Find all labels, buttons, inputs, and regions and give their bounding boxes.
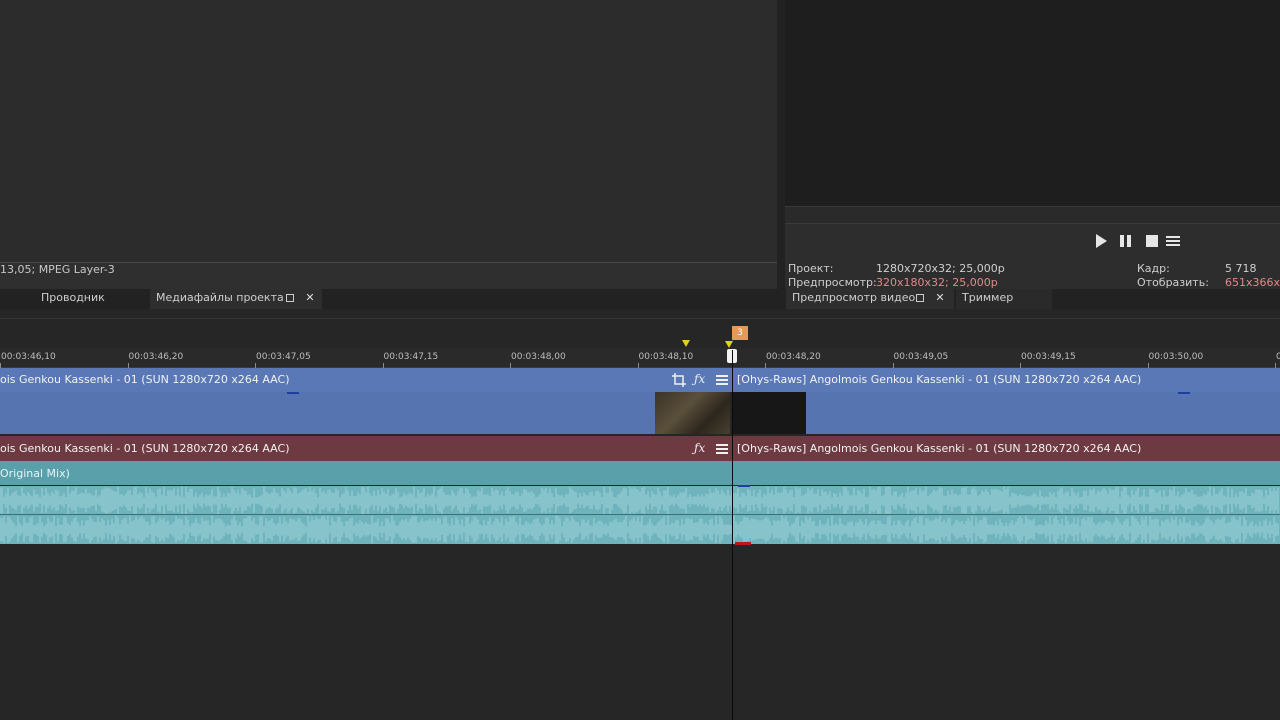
video-clip-right[interactable] [806,392,1280,434]
project-label: Проект: [788,262,834,275]
stop-icon[interactable] [1144,233,1160,249]
frame-label: Кадр: [1137,262,1170,275]
media-preview-area [0,0,777,262]
ruler-label: 00:03:47,15 [383,352,439,362]
audio-waveform-left-channel[interactable] [0,486,1280,515]
tab-project-media-label: Медиафайлы проекта [156,291,284,304]
video-thumbnail-black [732,392,806,434]
audio-clip-right-title: [Ohys-Raws] Angolmois Genkou Kassenki - … [737,442,1142,455]
tab-project-media[interactable]: Медиафайлы проекта [150,289,322,309]
frame-value: 5 718 [1225,262,1257,275]
audio-take-title: Original Mix) [0,467,70,480]
project-value: 1280x720x32; 25,000p [876,262,1005,275]
marker-number: 3 [737,328,743,338]
pause-icon[interactable] [1118,233,1134,249]
audio-clip-left-title: ois Genkou Kassenki - 01 (SUN 1280x720 x… [0,442,290,455]
preview-separator [785,206,1280,224]
media-status-bar: 13,05; MPEG Layer-3 [0,262,777,289]
tab-trimmer-label: Триммер [962,291,1014,304]
video-clip-left-title: ois Genkou Kassenki - 01 (SUN 1280x720 x… [0,373,290,386]
menu-icon[interactable] [715,373,729,387]
envelope-handle[interactable] [738,485,750,487]
media-format-text: 13,05; MPEG Layer-3 [0,263,115,276]
envelope-handle[interactable] [287,392,299,394]
audio-take-bar[interactable] [0,461,1280,485]
play-icon[interactable] [1093,233,1109,249]
tab-explorer[interactable]: Проводник [35,289,111,309]
panel-divider[interactable] [777,0,785,290]
ruler-label: 00:03:48,00 [511,352,566,362]
timeline-empty-area[interactable] [0,545,1280,720]
ruler-label: 00:03:47,05 [256,352,311,362]
ruler-label: 00:03:46,20 [128,352,184,362]
display-label: Отобразить: [1137,276,1209,289]
envelope-handle[interactable] [1178,392,1190,394]
marker-badge[interactable]: 3 [732,326,748,340]
waveform-path [0,486,1279,515]
tab-video-preview[interactable]: Предпросмотр видео [786,289,954,309]
menu-icon[interactable] [1165,233,1181,249]
menu-icon[interactable] [715,442,729,456]
window-maximize-icon[interactable] [286,294,294,302]
close-icon[interactable]: ✕ [935,292,945,303]
video-thumbnail [655,392,730,434]
preview-label: Предпросмотр: [788,276,877,289]
display-value: 651x366x32 [1225,276,1280,289]
close-icon[interactable]: ✕ [305,292,315,303]
audio-waveform-right-channel[interactable] [0,515,1280,544]
fx-icon[interactable]: ƒx [694,372,705,386]
loop-end-marker-icon[interactable] [725,341,733,348]
timeline-toolbar [0,318,1280,348]
preview-value: 320x180x32; 25,000p [876,276,998,289]
ruler-label: 00: [1276,352,1280,362]
waveform-graphic [0,486,1279,515]
ruler-label: 00:03:49,05 [893,352,949,362]
video-clip-left[interactable] [0,392,655,434]
video-preview-screen [785,0,1280,206]
waveform-graphic [0,515,1279,544]
tab-video-preview-label: Предпросмотр видео [792,291,916,304]
crop-icon[interactable] [672,373,686,387]
playhead-line [732,350,733,720]
window-maximize-icon[interactable] [916,294,924,302]
ruler-label: 00:03:46,10 [1,352,56,362]
fx-icon[interactable]: ƒx [694,441,705,455]
ruler-label: 00:03:48,20 [766,352,821,362]
tab-trimmer[interactable]: Триммер [956,289,1052,309]
ruler-label: 00:03:48,10 [638,352,694,362]
waveform-path [0,515,1279,544]
ruler-label: 00:03:49,15 [1021,352,1076,362]
loop-start-marker-icon[interactable] [682,340,690,347]
ruler-label: 00:03:50,00 [1148,352,1204,362]
video-clip-right-title: [Ohys-Raws] Angolmois Genkou Kassenki - … [737,373,1142,386]
